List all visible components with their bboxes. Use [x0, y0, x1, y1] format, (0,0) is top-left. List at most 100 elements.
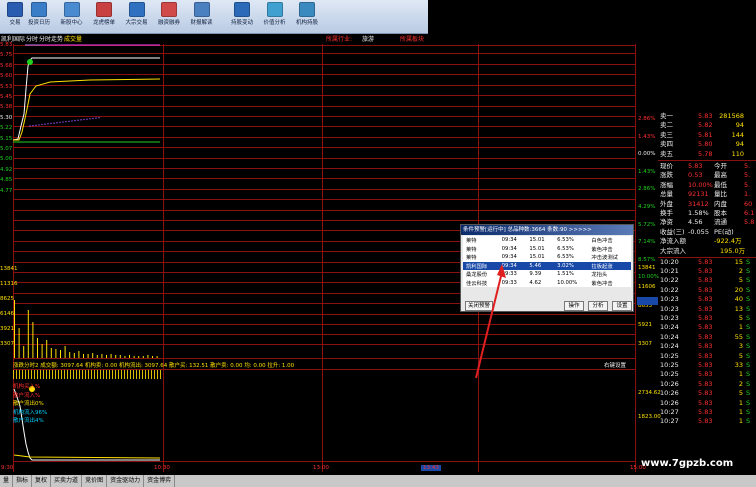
volume-bar: [110, 354, 112, 358]
dot: [95, 117, 97, 119]
dot: [92, 117, 94, 120]
tick-row: 10:24 5.83 55 S: [658, 333, 756, 342]
fund-avg-line: [13, 454, 161, 459]
annotation-arrow: [475, 264, 506, 379]
tick-side: S: [746, 304, 751, 313]
dot: [29, 125, 31, 127]
tick-row: 10:26 5.83 2 S: [658, 380, 756, 389]
bottom-tab[interactable]: 复权: [32, 475, 52, 487]
ask-label: 卖一: [660, 112, 673, 120]
alert-row[interactable]: 莱特 09:34 15.01 6.53% 紫色冲击: [463, 245, 631, 254]
quote-stat-row: 净资 4.56 流通 5.8: [658, 218, 756, 227]
volume-bar: [138, 356, 140, 358]
operate-button[interactable]: 操作: [564, 301, 584, 311]
stat-value: 4.56: [688, 218, 703, 227]
toolbar-button[interactable]: 财报解读: [187, 2, 217, 32]
stat-value: 5.8: [744, 218, 755, 227]
quote-stat-row: 现价 5.83 今开 5.: [658, 162, 756, 171]
toolbar-button[interactable]: 大宗交易: [122, 2, 152, 32]
stat-label: 换手: [660, 209, 673, 217]
avg-line: [13, 78, 161, 141]
volume-bar: [69, 352, 71, 358]
bottom-tab[interactable]: 资金博弈: [144, 475, 176, 487]
tick-volume: 5: [738, 351, 743, 360]
alert-cell-note: 龙抬头: [591, 272, 608, 279]
tick-volume: 40: [734, 295, 743, 304]
toolbar-button[interactable]: 投资日历: [24, 2, 54, 32]
tick-volume: 13: [734, 304, 743, 313]
bottom-tab[interactable]: 买卖力道: [51, 475, 83, 487]
tick-volume: 1: [738, 398, 743, 407]
toolbar-button[interactable]: 新股中心: [57, 2, 87, 32]
bottom-tab[interactable]: 资金驱动力: [107, 475, 145, 487]
tick-time: 10:23: [660, 304, 679, 313]
bottom-tab[interactable]: 指标: [13, 475, 33, 487]
toolbar-label: 新股中心: [60, 20, 83, 26]
stat-value: 0.53: [688, 171, 703, 180]
bottom-tab[interactable]: 竞价图: [82, 475, 108, 487]
tick-time: 10:25: [660, 370, 679, 379]
stat-label: 涨跌: [660, 171, 673, 180]
ask-label: 卖三: [660, 130, 673, 139]
volume-stats: 涨跌分时2 成交额: 3097.64 机构卖: 0.00 机构流出: 3097.…: [13, 363, 295, 369]
alert-cell-price: 15.01: [529, 237, 545, 244]
tick-volume: 2: [738, 379, 743, 388]
ask-volume: 94: [735, 140, 744, 149]
tab-minute-trend[interactable]: 分时走势: [39, 35, 63, 44]
toolbar-label: 龙虎榜单: [92, 20, 115, 26]
right-click-setting[interactable]: 右键设置: [604, 361, 626, 369]
concept-label: 所属板块: [400, 36, 425, 43]
tick-time: 10:26: [660, 398, 679, 407]
toolbar-label: 大宗交易: [125, 20, 148, 26]
tick-time: 10:24: [660, 323, 679, 332]
alert-cell-time: 09:34: [501, 245, 517, 252]
volume-bar: [73, 353, 75, 358]
ask-volume: 144: [731, 130, 744, 139]
ask-price: 5.82: [698, 121, 713, 130]
stat-label: 最低: [714, 180, 727, 189]
tick-row: 10:26 5.83 1 S: [658, 399, 756, 408]
alert-cell-note: 拉板起涨: [588, 261, 631, 270]
toolbar-button[interactable]: 龙虎榜单: [89, 2, 119, 32]
volume-bar: [92, 353, 94, 358]
tick-time: 10:23: [660, 295, 679, 304]
bottom-tabs: 量指标 复权 买卖力道 竞价图 资金驱动力 资金博弈: [0, 475, 756, 487]
volume-bar: [133, 356, 135, 358]
watermark: www.7gpzb.com: [641, 458, 734, 469]
tick-price: 5.83: [698, 361, 713, 369]
settings-button[interactable]: 设置: [612, 301, 632, 311]
tick-price: 5.83: [698, 304, 713, 313]
alert-row[interactable]: 莱特 09:34 15.01 6.53% 白色冲击: [463, 236, 631, 245]
tick-time: 10:26: [660, 389, 679, 398]
bottom-tab[interactable]: 量: [0, 475, 14, 487]
stat-value: 5.: [744, 180, 751, 189]
volume-bar: [64, 346, 66, 358]
tab-volume[interactable]: 成交量: [64, 35, 82, 44]
block-inflow-value: 195.0万: [720, 246, 746, 255]
volume-bar: [101, 354, 103, 358]
ask-row: 卖三 5.81 144: [658, 131, 756, 140]
tick-side: S: [746, 370, 751, 379]
tick-price: 5.83: [698, 342, 713, 351]
time-tick: 13:00: [313, 465, 329, 471]
stat-label: 涨幅: [660, 180, 673, 189]
toolbar-button[interactable]: 价值分析: [260, 2, 290, 32]
alert-row[interactable]: 莱特 09:34 15.01 6.53% 冲击波测试: [463, 253, 631, 262]
ask-label: 卖四: [660, 140, 673, 149]
toolbar-button[interactable]: 融资融券: [154, 2, 184, 32]
analyze-button[interactable]: 分析: [588, 301, 608, 311]
toolbar-button[interactable]: 机构持股: [292, 2, 322, 32]
toolbar-button[interactable]: 持股变动: [227, 2, 257, 32]
ask-label: 卖五: [660, 149, 673, 158]
tick-price: 5.83: [698, 398, 713, 407]
stat-label: 内盘: [714, 199, 727, 208]
tab-minute[interactable]: 分时: [26, 35, 38, 44]
ask-price: 5.83: [698, 112, 713, 120]
quote-stat-row: 涨幅 10.00% 最低 5.: [658, 181, 756, 190]
volume-bar: [96, 355, 98, 358]
tick-price: 5.83: [698, 389, 713, 398]
alert-cell-time: 09:34: [501, 237, 517, 244]
stat-label: 净资: [660, 218, 673, 227]
tick-row: 10:24 5.83 1 S: [658, 323, 756, 332]
divider: [658, 160, 756, 161]
